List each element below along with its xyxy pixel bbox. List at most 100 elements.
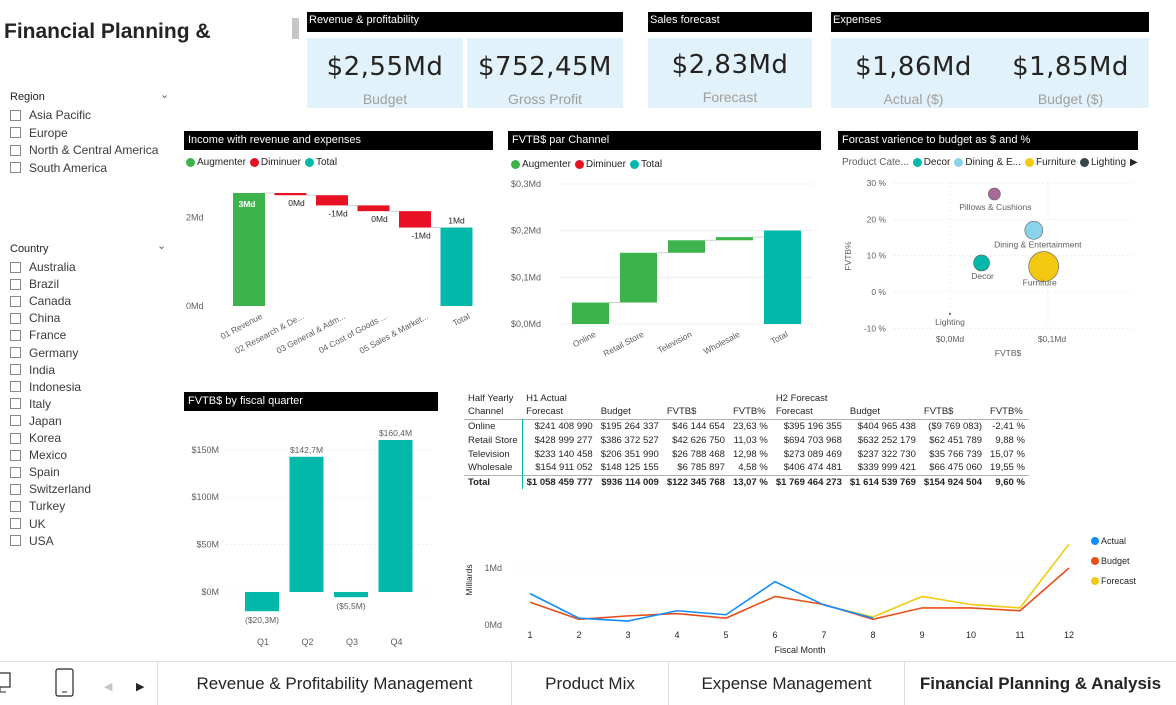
country-option[interactable]: UK: [10, 516, 46, 532]
country-option[interactable]: Brazil: [10, 276, 59, 292]
country-option[interactable]: Australia: [10, 259, 76, 275]
point-label: Decor: [971, 271, 994, 281]
scatter-point: [949, 312, 951, 315]
checkbox[interactable]: [10, 329, 21, 341]
checkbox[interactable]: [10, 109, 21, 121]
point-label: Furniture: [1023, 278, 1057, 288]
next-page-icon[interactable]: ▶: [136, 680, 144, 693]
checkbox[interactable]: [10, 415, 21, 427]
matrix-cell: ($9 769 083): [928, 420, 983, 432]
actual-card: $1,86Md Actual ($): [831, 38, 996, 108]
checkbox[interactable]: [10, 535, 21, 547]
legend-title: Product Cate...: [842, 157, 909, 168]
y-tick-label: $100M: [191, 492, 219, 502]
country-option[interactable]: Mexico: [10, 447, 67, 463]
matrix-header-row: Half Yearly H1 Actual H2 Forecast: [464, 391, 1029, 405]
country-option[interactable]: China: [10, 310, 60, 326]
matrix-cell: 19,55 %: [990, 462, 1025, 474]
country-option[interactable]: Korea: [10, 430, 61, 446]
checkbox[interactable]: [10, 483, 21, 495]
country-option[interactable]: Indonesia: [10, 379, 81, 395]
country-option-label: Korea: [29, 431, 62, 445]
matrix-cell: $632 252 179: [857, 434, 916, 446]
x-tick-label: Q1: [257, 637, 269, 647]
legend-next-icon[interactable]: ▶: [1130, 157, 1138, 168]
legend-dot: [1080, 158, 1089, 167]
checkbox[interactable]: [10, 347, 21, 358]
x-tick-label: 03 General & Adm...: [275, 311, 347, 356]
country-option[interactable]: Spain: [10, 464, 60, 480]
country-option[interactable]: Switzerland: [10, 481, 91, 497]
desktop-view-icon[interactable]: [0, 671, 14, 700]
country-option-label: Germany: [29, 345, 79, 360]
country-option[interactable]: India: [10, 362, 55, 378]
point-label: Lighting: [935, 317, 965, 327]
country-option[interactable]: Germany: [10, 345, 78, 361]
country-option[interactable]: Turkey: [10, 498, 65, 514]
y-tick-label: $0,2Md: [511, 226, 541, 236]
legend-dot: [511, 160, 520, 169]
matrix-total-row: Total $1 058 459 777 $936 114 009 $122 345 …: [464, 475, 1029, 489]
region-option[interactable]: North & Central America: [10, 142, 158, 158]
chevron-down-icon[interactable]: ⌄: [157, 239, 166, 252]
checkbox[interactable]: [10, 364, 21, 376]
matrix-cell: $154 911 052: [535, 462, 593, 474]
checkbox[interactable]: [10, 261, 21, 273]
country-option[interactable]: USA: [10, 533, 54, 549]
checkbox[interactable]: [10, 144, 21, 156]
mobile-view-icon[interactable]: [55, 668, 75, 703]
region-option[interactable]: South America: [10, 160, 107, 176]
x-tick-label: 1: [527, 630, 532, 640]
checkbox[interactable]: [10, 312, 21, 324]
checkbox[interactable]: [10, 295, 21, 307]
title-scrollbar[interactable]: [292, 18, 299, 39]
matrix-row: Television $233 140 458 $206 351 990 $26 78…: [464, 447, 1029, 461]
legend-dot: [186, 158, 195, 167]
matrix-header-cell: [597, 391, 663, 405]
page-tab[interactable]: Financial Planning & Analysis: [904, 662, 1176, 705]
quarter-bar: [245, 592, 279, 612]
country-option[interactable]: Japan: [10, 413, 62, 429]
region-option[interactable]: Europe: [10, 125, 68, 141]
country-option[interactable]: Canada: [10, 293, 71, 309]
checkbox[interactable]: [10, 278, 21, 290]
y-tick-label: $0,0Md: [511, 319, 541, 329]
chevron-down-icon[interactable]: ⌄: [160, 88, 169, 101]
matrix-header-cell: Forecast: [526, 406, 564, 418]
region-option-label: South America: [29, 160, 108, 175]
legend-dot: [912, 158, 922, 167]
region-option-label: North & Central America: [29, 143, 159, 157]
page-tab[interactable]: Revenue & Profitability Management: [157, 662, 511, 705]
legend-label: Augmenter: [522, 159, 571, 170]
page-tab[interactable]: Expense Management: [668, 662, 904, 705]
checkbox[interactable]: [10, 466, 21, 478]
prev-page-icon[interactable]: ◀: [104, 680, 112, 693]
checkbox[interactable]: [10, 381, 21, 393]
matrix-header-row: Channel Forecast Budget FVTB$ FVTB% Forecast B…: [464, 405, 1029, 419]
gross-profit-card: $752,45M Gross Profit: [467, 38, 623, 108]
variance-scatter-chart: 30 % 20 % 10 % 0 % -10 % $0,0Md $0,1Md FVTB$ FVT…: [843, 178, 1134, 358]
region-option-label: Asia Pacific: [29, 108, 92, 122]
region-option[interactable]: Asia Pacific: [10, 107, 91, 123]
page-tab[interactable]: Product Mix: [511, 662, 668, 705]
x-tick-label: Total: [451, 311, 472, 328]
channel-chart-title: FVTB$ par Channel: [508, 131, 821, 150]
matrix-header-cell: [986, 391, 1029, 405]
country-option-label: Turkey: [29, 499, 66, 514]
checkbox[interactable]: [10, 432, 21, 444]
legend-label: Dining & E...: [965, 157, 1021, 168]
y-tick-label: $50M: [196, 540, 219, 550]
country-option[interactable]: France: [10, 327, 66, 343]
checkbox[interactable]: [10, 162, 21, 173]
matrix-header-cell: [920, 391, 986, 405]
x-tick-label: 10: [966, 630, 976, 640]
x-tick-label: 7: [821, 630, 826, 640]
checkbox[interactable]: [10, 127, 21, 138]
country-option[interactable]: Italy: [10, 396, 51, 412]
checkbox[interactable]: [10, 500, 21, 512]
country-slicer-title: Country: [10, 243, 49, 255]
checkbox[interactable]: [10, 518, 21, 529]
checkbox[interactable]: [10, 449, 21, 461]
matrix-cell: $273 089 469: [783, 448, 842, 460]
checkbox[interactable]: [10, 398, 21, 410]
